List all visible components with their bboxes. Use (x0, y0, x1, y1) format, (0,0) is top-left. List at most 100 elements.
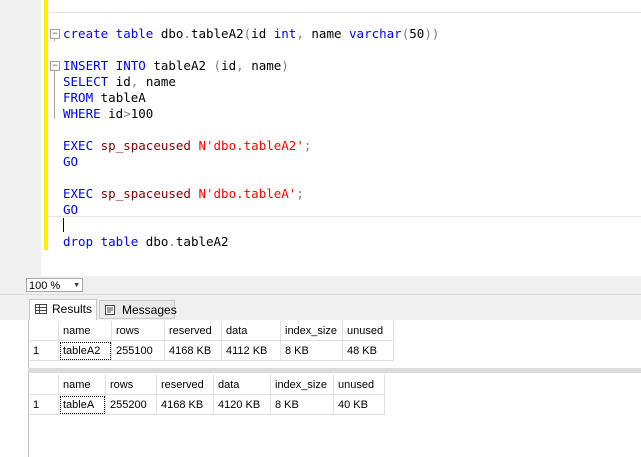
code-token: ) (281, 58, 289, 73)
row-number[interactable]: 1 (29, 340, 59, 361)
table-cell[interactable]: 4120 KB (213, 394, 271, 415)
outline-line (54, 71, 55, 119)
table-row[interactable]: 1 tableA2 255100 4168 KB 4112 KB 8 KB 48… (29, 340, 394, 361)
table-cell[interactable]: 4168 KB (164, 340, 222, 361)
code-token: varchar (349, 26, 402, 41)
separator-line (48, 216, 641, 217)
code-token: dbo (160, 26, 184, 41)
code-token: > (123, 106, 131, 121)
column-header[interactable]: data (213, 375, 271, 395)
code-token: name (311, 26, 350, 41)
table-row[interactable]: 1 tableA 255200 4168 KB 4120 KB 8 KB 40 … (29, 394, 385, 415)
zoom-value: 100 % (29, 280, 61, 292)
table-cell[interactable]: 48 KB (342, 340, 394, 361)
code-token: create table (63, 26, 161, 41)
column-header[interactable]: rows (105, 375, 157, 395)
code-line[interactable]: SELECT id, name (63, 74, 176, 90)
table-cell[interactable]: 255200 (105, 394, 157, 415)
zoom-toolbar (0, 276, 641, 295)
row-number[interactable]: 1 (29, 394, 59, 415)
code-token: N'dbo.tableA2' (198, 138, 304, 153)
query-editor[interactable]: − − create table dbo.tableA2(id int, nam… (0, 0, 641, 276)
code-token: GO (63, 202, 79, 217)
column-header[interactable]: index_size (270, 375, 334, 395)
grid-header-row: name rows reserved data index_size unuse… (29, 321, 394, 341)
code-token: N'dbo.tableA' (198, 186, 297, 201)
code-token: id (251, 26, 274, 41)
code-token: EXEC (63, 186, 101, 201)
code-token: dbo (145, 234, 169, 249)
table-cell[interactable]: 255100 (111, 340, 165, 361)
code-token: name (251, 58, 282, 73)
collapse-toggle-icon[interactable]: − (50, 61, 60, 71)
code-token: FROM (63, 90, 101, 105)
code-token: WHERE (63, 106, 109, 121)
table-cell[interactable]: 4112 KB (221, 340, 281, 361)
code-line[interactable]: drop table dbo.tableA2 (63, 234, 229, 250)
code-token: ; (303, 138, 312, 153)
column-header[interactable]: name (58, 321, 112, 341)
column-header[interactable]: name (58, 375, 106, 395)
code-token: INSERT INTO (63, 58, 154, 73)
code-token: name (145, 74, 176, 89)
grid-splitter[interactable] (28, 368, 641, 373)
chevron-down-icon[interactable]: ▼ (73, 279, 80, 293)
tab-results[interactable]: Results (29, 299, 97, 320)
column-header[interactable]: index_size (280, 321, 343, 341)
results-grid-1[interactable]: name rows reserved data index_size unuse… (29, 321, 394, 361)
code-token: tableA2 (153, 58, 214, 73)
column-header[interactable]: rows (111, 321, 165, 341)
code-line[interactable]: GO (63, 154, 78, 170)
code-token: sp_spaceused (100, 138, 199, 153)
column-header[interactable]: data (221, 321, 281, 341)
code-token: GO (63, 154, 79, 169)
grid-header-row: name rows reserved data index_size unuse… (29, 375, 385, 395)
messages-icon (105, 305, 115, 315)
code-line[interactable]: FROM tableA (63, 90, 146, 106)
code-token: 50 (409, 26, 425, 41)
change-tracking-bar (44, 0, 48, 250)
code-token: tableA2 (190, 26, 244, 41)
row-number-header (29, 375, 59, 395)
line-gutter (0, 0, 41, 276)
code-token: , (296, 26, 312, 41)
code-token: tableA (100, 90, 146, 105)
code-line[interactable]: GO (63, 202, 78, 218)
code-token: . (183, 26, 191, 41)
column-header[interactable]: unused (333, 375, 385, 395)
tab-messages[interactable]: Messages (99, 300, 177, 319)
code-token: id (115, 74, 131, 89)
column-header[interactable]: reserved (164, 321, 222, 341)
code-line[interactable]: EXEC sp_spaceused N'dbo.tableA2'; (63, 138, 311, 154)
collapse-toggle-icon[interactable]: − (50, 29, 60, 39)
outline-line (54, 39, 55, 41)
code-token: ( (213, 58, 222, 73)
code-line[interactable]: INSERT INTO tableA2 (id, name) (63, 58, 289, 74)
code-token: )) (424, 26, 440, 41)
code-line[interactable]: EXEC sp_spaceused N'dbo.tableA'; (63, 186, 304, 202)
code-line[interactable]: create table dbo.tableA2(id int, name va… (63, 26, 439, 42)
tab-messages-label: Messages (122, 303, 177, 317)
table-cell[interactable]: tableA2 (58, 340, 112, 361)
results-grid-2[interactable]: name rows reserved data index_size unuse… (29, 375, 385, 415)
code-token: SELECT (63, 74, 116, 89)
code-token: sp_spaceused (100, 186, 199, 201)
table-cell[interactable]: 8 KB (270, 394, 334, 415)
code-token: id (221, 58, 237, 73)
code-token: , (236, 58, 252, 73)
code-token: id (108, 106, 124, 121)
code-line[interactable]: WHERE id>100 (63, 106, 153, 122)
table-cell[interactable]: 40 KB (333, 394, 385, 415)
table-cell[interactable]: tableA (58, 394, 106, 415)
code-token: EXEC (63, 138, 101, 153)
separator-line (48, 12, 641, 13)
code-token: int (273, 26, 297, 41)
column-header[interactable]: reserved (156, 375, 214, 395)
column-header[interactable]: unused (342, 321, 394, 341)
code-token: 100 (130, 106, 154, 121)
table-cell[interactable]: 4168 KB (156, 394, 214, 415)
zoom-dropdown[interactable]: 100 % ▼ (26, 278, 83, 292)
table-cell[interactable]: 8 KB (280, 340, 343, 361)
code-token: tableA2 (175, 234, 229, 249)
code-token: . (168, 234, 176, 249)
